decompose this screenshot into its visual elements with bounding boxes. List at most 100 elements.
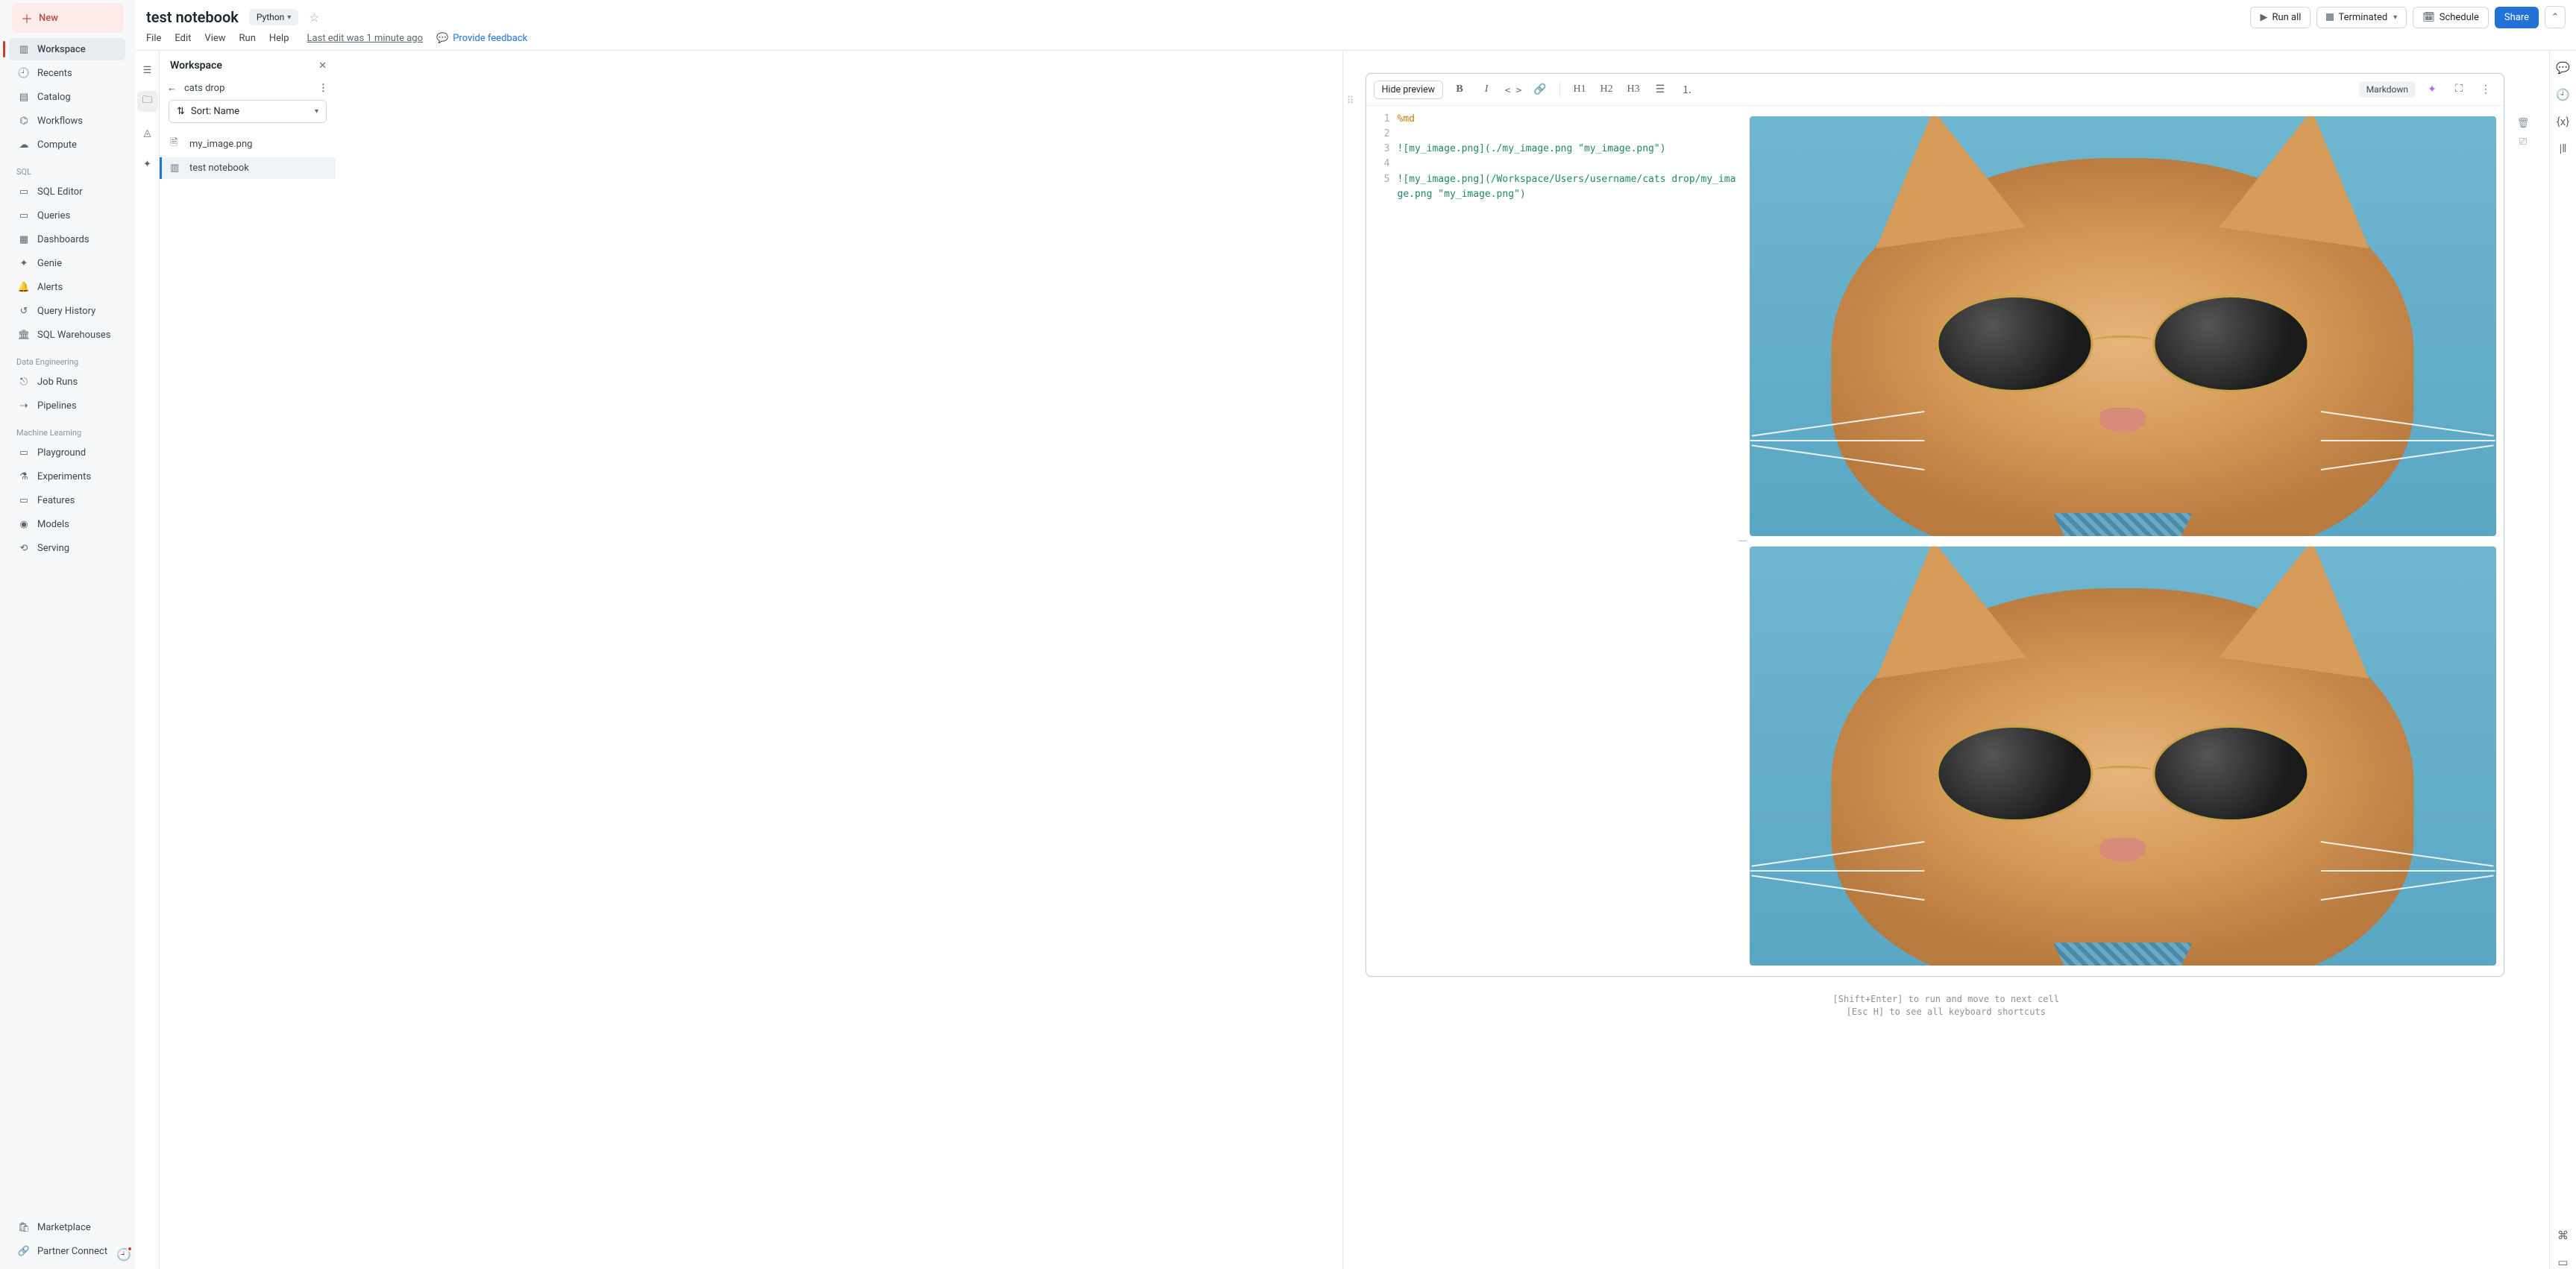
sidebar-item-pipelines[interactable]: ⇢Pipelines [9, 394, 125, 417]
close-icon[interactable]: ✕ [318, 60, 327, 72]
last-edit-link[interactable]: Last edit was 1 minute ago [307, 33, 424, 44]
menu-run[interactable]: Run [239, 33, 256, 44]
sidebar-section-de: Data Engineering [6, 347, 130, 370]
run-all-button[interactable]: ▶ Run all [2250, 7, 2310, 28]
pipelines-icon: ⇢ [18, 400, 30, 412]
sidebar-item-marketplace[interactable]: 🛍Marketplace [9, 1216, 125, 1238]
share-button[interactable]: Share [2495, 7, 2539, 28]
menu-edit[interactable]: Edit [175, 33, 191, 44]
sidebar-item-query-history[interactable]: ↺Query History [9, 300, 125, 322]
h2-button[interactable]: H2 [1596, 80, 1617, 99]
star-icon[interactable]: ☆ [309, 10, 319, 25]
sort-icon: ⇅ [177, 106, 185, 117]
expand-icon[interactable]: ⛶ [2448, 80, 2469, 99]
features-icon: ▭ [18, 494, 30, 506]
ws-ai-icon[interactable]: ✦ [137, 154, 158, 174]
preview-image [1750, 116, 2497, 536]
cluster-select[interactable]: Terminated ▾ [2316, 7, 2407, 28]
sidebar-item-job-runs[interactable]: ⎋Job Runs [9, 371, 125, 393]
file-row[interactable]: 🗎 my_image.png [160, 130, 336, 157]
language-select[interactable]: Python ▾ [249, 9, 298, 25]
link-button[interactable]: 🔗 [1530, 80, 1551, 99]
queries-icon: ▭ [18, 210, 30, 221]
schedule-button[interactable]: 🗓 Schedule [2413, 7, 2489, 28]
back-arrow-icon[interactable]: ← [167, 82, 177, 94]
sidebar-item-sql-warehouses[interactable]: 🏛SQL Warehouses [9, 324, 125, 346]
sidebar-item-label: Recents [37, 68, 72, 79]
file-name: my_image.png [189, 139, 252, 150]
sidebar-item-sql-editor[interactable]: ▭SQL Editor [9, 180, 125, 203]
cell-drag-handle[interactable]: ⠿ [1343, 51, 1358, 1269]
sidebar-item-label: Workspace [37, 44, 86, 55]
numbered-list-button[interactable]: ⒈ [1677, 80, 1697, 99]
partner-icon: 🔗 [18, 1245, 30, 1257]
markdown-editor[interactable]: 12345 %md ![my_image.png](./my_image.png… [1366, 106, 1739, 976]
bold-button[interactable]: B [1449, 80, 1470, 99]
delete-cell-icon[interactable]: 🗑 [2517, 118, 2530, 129]
cell-mode-pill[interactable]: Markdown [2359, 81, 2416, 98]
sidebar-item-features[interactable]: ▭Features [9, 489, 125, 511]
sidebar-item-label: Dashboards [37, 234, 89, 245]
comments-icon[interactable]: 💬 [2556, 61, 2570, 75]
cell-output-icon[interactable]: ⎚ [2519, 136, 2527, 148]
sidebar-item-models[interactable]: ◉Models [9, 513, 125, 535]
feedback-label: Provide feedback [453, 33, 527, 44]
sidebar-item-label: Serving [37, 543, 69, 554]
h1-button[interactable]: H1 [1569, 80, 1590, 99]
sidebar-item-recents[interactable]: 🕘Recents [9, 62, 125, 84]
sidebar-item-alerts[interactable]: 🔔Alerts [9, 276, 125, 298]
file-icon: 🗎 [170, 136, 182, 152]
sidebar-item-serving[interactable]: ⟲Serving [9, 537, 125, 559]
split-handle[interactable]: — [1739, 106, 1747, 976]
genie-icon: ✦ [18, 257, 30, 269]
assistant-icon[interactable]: ✦ [2422, 80, 2443, 99]
workspace-path[interactable]: cats drop [184, 83, 311, 94]
sidebar-item-catalog[interactable]: ▤Catalog [9, 86, 125, 108]
shortcuts-icon[interactable]: ⌘ [2557, 1229, 2569, 1242]
ws-toc-icon[interactable]: ☰ [137, 60, 158, 81]
feedback-link[interactable]: 💬 Provide feedback [436, 33, 527, 44]
chevron-down-icon: ▾ [2393, 13, 2397, 22]
menu-file[interactable]: File [146, 33, 161, 44]
kebab-icon[interactable]: ⋮ [318, 83, 328, 94]
bullet-list-button[interactable]: ☰ [1650, 80, 1671, 99]
new-button[interactable]: ＋ New [12, 3, 124, 33]
sort-select[interactable]: ⇅ Sort: Name ▾ [169, 100, 327, 123]
ws-schema-icon[interactable]: ◬ [137, 122, 158, 143]
collapse-panel-icon[interactable]: |‖ [2560, 142, 2567, 155]
variables-icon[interactable]: {x} [2557, 115, 2570, 128]
file-row[interactable]: ▥ test notebook [160, 157, 336, 179]
code-button[interactable]: < > [1503, 80, 1524, 99]
sidebar-item-dashboards[interactable]: ▦Dashboards [9, 228, 125, 251]
sidebar-item-workflows[interactable]: ⌬Workflows [9, 110, 125, 132]
playground-icon: ▭ [18, 447, 30, 459]
sidebar-item-genie[interactable]: ✦Genie [9, 252, 125, 274]
sidebar-section-sql: SQL [6, 157, 130, 180]
collapse-header-button[interactable]: ⌃ [2545, 6, 2566, 28]
cell-kebab-icon[interactable]: ⋮ [2475, 80, 2496, 99]
sidebar-item-label: Alerts [37, 282, 63, 293]
sidebar-item-compute[interactable]: ☁Compute [9, 133, 125, 156]
language-label: Python [257, 12, 284, 22]
sidebar-section-ml: Machine Learning [6, 418, 130, 441]
sidebar-item-playground[interactable]: ▭Playground [9, 441, 125, 464]
chevron-down-icon: ▾ [315, 107, 318, 116]
sidebar-item-workspace[interactable]: ▥Workspace [9, 38, 125, 60]
revision-history-icon[interactable]: 🕘 [2556, 88, 2570, 101]
code-content[interactable]: %md ![my_image.png](./my_image.png "my_i… [1398, 112, 1739, 970]
sidebar-item-queries[interactable]: ▭Queries [9, 204, 125, 227]
menu-view[interactable]: View [204, 33, 225, 44]
menu-help[interactable]: Help [269, 33, 289, 44]
hide-preview-button[interactable]: Hide preview [1374, 81, 1444, 99]
sidebar-item-experiments[interactable]: ⚗Experiments [9, 465, 125, 488]
bottom-panel-icon[interactable]: ▭ [2557, 1256, 2568, 1269]
sidebar-item-partner-connect[interactable]: 🔗Partner Connect [9, 1240, 125, 1262]
italic-button[interactable]: I [1476, 80, 1497, 99]
sidebar-item-label: Query History [37, 306, 95, 317]
notebook-title[interactable]: test notebook [146, 8, 239, 26]
ws-folder-icon[interactable]: 🗀 [137, 91, 158, 112]
warehouse-icon: 🏛 [18, 329, 30, 341]
schedule-label: Schedule [2440, 12, 2479, 23]
activity-indicator-icon[interactable]: 🕘 [116, 1247, 131, 1262]
h3-button[interactable]: H3 [1623, 80, 1644, 99]
